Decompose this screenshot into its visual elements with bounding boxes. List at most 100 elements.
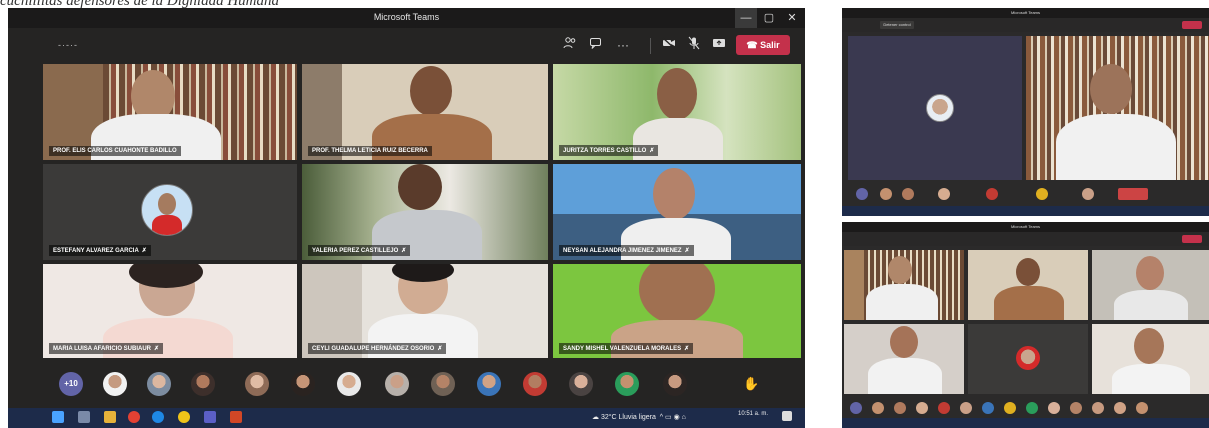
- file-explorer-icon[interactable]: [104, 411, 116, 423]
- avatar[interactable]: [191, 372, 215, 396]
- teams-main-window: Microsoft Teams — ▢ ✕ -·-·- ··· ☎ Salir: [8, 8, 805, 428]
- video-tile[interactable]: CEYLI GUADALUPE HERNÁNDEZ OSORIO ✗: [302, 264, 548, 358]
- avatar[interactable]: [1070, 402, 1082, 414]
- phone-icon: ☎: [746, 40, 758, 50]
- mic-off-icon: ✗: [649, 148, 655, 154]
- avatar[interactable]: [1136, 402, 1148, 414]
- more-participants-button[interactable]: [856, 188, 868, 200]
- minimize-button[interactable]: —: [735, 8, 757, 28]
- avatar[interactable]: [663, 372, 687, 396]
- avatar[interactable]: [938, 402, 950, 414]
- avatar[interactable]: [615, 372, 639, 396]
- chrome-icon[interactable]: [128, 411, 140, 423]
- weather-widget[interactable]: ☁ 32°C Lluvia ligera ^ ▭ ◉ ⌂: [592, 413, 686, 421]
- raise-hand-icon[interactable]: ✋: [743, 376, 759, 392]
- video-tile[interactable]: [968, 250, 1088, 320]
- mic-off-icon: ✗: [141, 248, 147, 254]
- video-tile[interactable]: SANDY MISHEL VALENZUELA MORALES ✗: [553, 264, 801, 358]
- mic-off-icon: ✗: [684, 248, 690, 254]
- windows-start-icon[interactable]: [52, 411, 64, 423]
- leave-button[interactable]: ☎ Salir: [736, 35, 790, 55]
- video-tile[interactable]: ESTEFANY ALVAREZ GARCIA ✗: [43, 164, 297, 260]
- video-tile[interactable]: [844, 324, 964, 394]
- video-tile[interactable]: PROF. THELMA LETICIA RUIZ BECERRA: [302, 64, 548, 160]
- avatar[interactable]: [1092, 402, 1104, 414]
- avatar[interactable]: [1048, 402, 1060, 414]
- avatar[interactable]: [385, 372, 409, 396]
- task-view-icon[interactable]: [78, 411, 90, 423]
- video-grid: PROF. ELIS CARLOS CUAHONTE BADILLO PROF.…: [43, 64, 801, 358]
- avatar[interactable]: [337, 372, 361, 396]
- avatar[interactable]: [902, 188, 914, 200]
- teams-side-window-bottom: Microsoft Teams: [842, 222, 1209, 428]
- avatar[interactable]: [986, 188, 998, 200]
- video-tile[interactable]: MARIA LUISA AFARICIO SUBIAUR ✗: [43, 264, 297, 358]
- avatar[interactable]: [523, 372, 547, 396]
- video-tile[interactable]: PROF. ELIS CARLOS CUAHONTE BADILLO: [43, 64, 297, 160]
- people-icon[interactable]: [560, 36, 580, 54]
- avatar[interactable]: [569, 372, 593, 396]
- avatar[interactable]: [1082, 188, 1094, 200]
- video-tile[interactable]: [968, 324, 1088, 394]
- leave-button[interactable]: [1182, 21, 1202, 29]
- avatar[interactable]: [291, 372, 315, 396]
- video-tile[interactable]: JURITZA TORRES CASTILLO ✗: [553, 64, 801, 160]
- mic-off-icon: ✗: [154, 346, 160, 352]
- avatar[interactable]: [880, 188, 892, 200]
- video-tile[interactable]: [1092, 250, 1209, 320]
- participant-name: PROF. ELIS CARLOS CUAHONTE BADILLO: [49, 146, 181, 156]
- video-tile[interactable]: [1026, 36, 1209, 180]
- avatar[interactable]: [431, 372, 455, 396]
- maximize-button[interactable]: ▢: [758, 8, 780, 28]
- participant-name: NEYSAN ALEJANDRA JIMENEZ JIMENEZ ✗: [559, 245, 694, 256]
- title-bar: Microsoft Teams — ▢ ✕: [8, 8, 805, 28]
- video-tile[interactable]: [844, 250, 964, 320]
- video-tile[interactable]: [1092, 324, 1209, 394]
- powerpoint-icon[interactable]: [230, 411, 242, 423]
- clock[interactable]: 10:51 a. m.: [738, 410, 768, 418]
- more-participants-button[interactable]: +10: [59, 372, 83, 396]
- avatar: [926, 94, 954, 122]
- video-tile[interactable]: NEYSAN ALEJANDRA JIMENEZ JIMENEZ ✗: [553, 164, 801, 260]
- participant-name: PROF. THELMA LETICIA RUIZ BECERRA: [308, 146, 432, 156]
- participant-name: YALERIA PEREZ CASTILLEJO ✗: [308, 245, 411, 256]
- avatar[interactable]: [894, 402, 906, 414]
- mic-off-icon[interactable]: [684, 36, 704, 54]
- stop-control-button[interactable]: Detener control: [880, 21, 914, 29]
- avatar[interactable]: [1118, 188, 1148, 200]
- meeting-toolbar: -·-·- ··· ☎ Salir: [8, 30, 805, 60]
- video-tile[interactable]: YALERIA PEREZ CASTILLEJO ✗: [302, 164, 548, 260]
- leave-label: Salir: [760, 40, 780, 50]
- avatar[interactable]: [872, 402, 884, 414]
- camera-icon[interactable]: [659, 36, 679, 54]
- chat-icon[interactable]: [586, 36, 606, 54]
- close-button[interactable]: ✕: [781, 8, 803, 28]
- meeting-toolbar: [842, 232, 1209, 246]
- avatar[interactable]: [1114, 402, 1126, 414]
- avatar[interactable]: [147, 372, 171, 396]
- participant-name: CEYLI GUADALUPE HERNÁNDEZ OSORIO ✗: [308, 343, 447, 354]
- avatar: [141, 184, 193, 236]
- share-icon[interactable]: [709, 36, 729, 54]
- avatar[interactable]: [477, 372, 501, 396]
- avatar[interactable]: [103, 372, 127, 396]
- avatar[interactable]: [1004, 402, 1016, 414]
- chrome-icon[interactable]: [178, 411, 190, 423]
- window-title: Microsoft Teams: [373, 12, 440, 22]
- notification-icon[interactable]: [782, 411, 792, 421]
- participant-name: SANDY MISHEL VALENZUELA MORALES ✗: [559, 343, 694, 354]
- video-tile[interactable]: [848, 36, 1022, 180]
- avatar[interactable]: [982, 402, 994, 414]
- window-title: Microsoft Teams: [842, 8, 1209, 18]
- teams-icon[interactable]: [204, 411, 216, 423]
- avatar[interactable]: [938, 188, 950, 200]
- avatar[interactable]: [245, 372, 269, 396]
- avatar[interactable]: [960, 402, 972, 414]
- leave-button[interactable]: [1182, 235, 1202, 243]
- more-participants-button[interactable]: [850, 402, 862, 414]
- edge-icon[interactable]: [152, 411, 164, 423]
- more-icon[interactable]: ···: [613, 36, 633, 54]
- avatar[interactable]: [916, 402, 928, 414]
- avatar[interactable]: [1026, 402, 1038, 414]
- avatar[interactable]: [1036, 188, 1048, 200]
